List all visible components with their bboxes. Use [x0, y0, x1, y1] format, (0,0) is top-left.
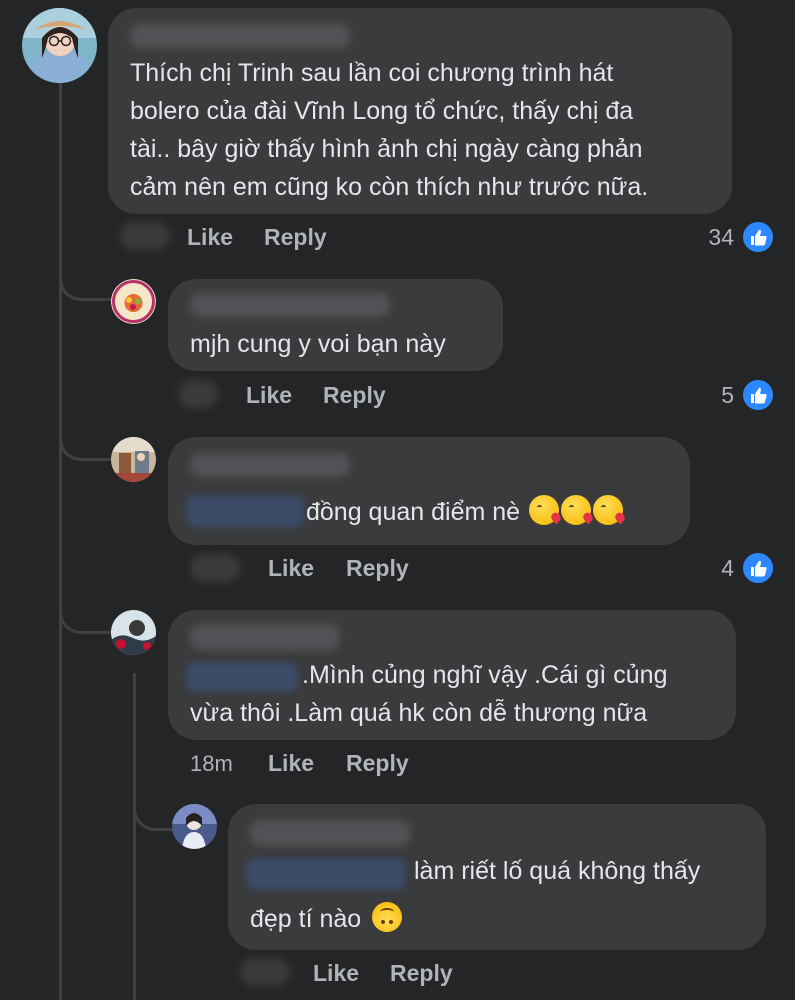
comment-text: vừa thôi .Làm quá hk còn dễ thương nữa	[190, 699, 648, 727]
like-count[interactable]: 34	[694, 224, 734, 251]
commenter-name[interactable]	[190, 624, 340, 650]
mentioned-user[interactable]	[186, 662, 298, 692]
thread-connector	[59, 410, 112, 461]
commenter-name[interactable]	[190, 293, 390, 317]
like-button[interactable]: Like	[268, 750, 314, 777]
like-count[interactable]: 4	[694, 555, 734, 582]
comment-text: .Mình củng nghĩ vậy .Cái gì củng	[302, 661, 668, 689]
commenter-name[interactable]	[190, 453, 350, 477]
blurred-timestamp	[190, 554, 240, 582]
avatar[interactable]	[111, 437, 156, 482]
thumbs-up-icon[interactable]	[741, 551, 775, 585]
thumbs-up-icon[interactable]	[741, 220, 775, 254]
comment-bubble: làm riết lố quá không thấy đẹp tí nào	[228, 804, 766, 950]
comment-text: bolero của đài Vĩnh Long tổ chức, thấy c…	[130, 97, 634, 125]
comment-bubble: Thích chị Trinh sau lần coi chương trình…	[108, 8, 732, 214]
like-button[interactable]: Like	[313, 960, 359, 987]
comment-bubble: .Mình củng nghĩ vậy .Cái gì củng vừa thô…	[168, 610, 736, 740]
avatar[interactable]	[111, 279, 156, 324]
comment-text: tài.. bây giờ thấy hình ảnh chị ngày càn…	[130, 135, 643, 163]
mentioned-user[interactable]	[186, 495, 304, 527]
comment-bubble: đồng quan điểm nè	[168, 437, 690, 545]
thumbs-up-icon[interactable]	[741, 378, 775, 412]
commenter-name[interactable]	[250, 820, 410, 846]
comment-text: đẹp tí nào	[250, 900, 403, 938]
upside-down-face-emoji	[372, 902, 403, 932]
reply-button[interactable]: Reply	[346, 555, 409, 582]
comment-text: Thích chị Trinh sau lần coi chương trình…	[130, 59, 614, 87]
comment-bubble: mjh cung y voi bạn này	[168, 279, 503, 371]
comment-text: đồng quan điểm nè	[306, 493, 624, 531]
like-button[interactable]: Like	[246, 382, 292, 409]
avatar[interactable]	[22, 8, 97, 83]
mentioned-user[interactable]	[246, 858, 406, 890]
avatar[interactable]	[172, 804, 217, 849]
blurred-timestamp	[120, 222, 170, 250]
reply-button[interactable]: Reply	[323, 382, 386, 409]
kissing-heart-emoji	[529, 495, 560, 525]
commenter-name[interactable]	[130, 24, 350, 48]
comment-text: cảm nên em cũng ko còn thích như trước n…	[130, 173, 649, 201]
thread-line-sub	[133, 673, 136, 1000]
comment-text: làm riết lố quá không thấy	[414, 857, 701, 885]
kissing-heart-emoji	[593, 495, 624, 525]
thread-connector	[133, 780, 174, 831]
thread-connector	[59, 583, 112, 634]
reply-button[interactable]: Reply	[390, 960, 453, 987]
blurred-timestamp	[240, 958, 290, 986]
like-count[interactable]: 5	[694, 382, 734, 409]
blurred-timestamp	[178, 380, 218, 408]
comment-timestamp[interactable]: 18m	[190, 751, 233, 777]
reply-button[interactable]: Reply	[264, 224, 327, 251]
reply-button[interactable]: Reply	[346, 750, 409, 777]
avatar[interactable]	[111, 610, 156, 655]
like-button[interactable]: Like	[268, 555, 314, 582]
thread-line-main	[59, 82, 62, 1000]
comment-text: mjh cung y voi bạn này	[190, 330, 446, 358]
kissing-heart-emoji	[561, 495, 592, 525]
thread-connector	[59, 250, 112, 301]
like-button[interactable]: Like	[187, 224, 233, 251]
